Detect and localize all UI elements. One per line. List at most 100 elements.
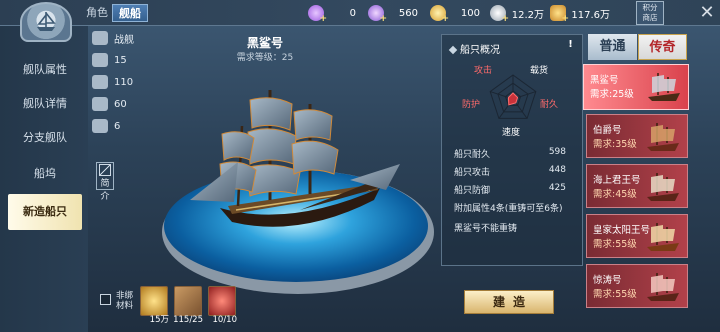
tab-role[interactable]: 角色 <box>80 4 114 22</box>
build-button[interactable]: 建造 <box>464 290 554 314</box>
ship-card-requirement: 需求:45级 <box>593 189 637 200</box>
unbound-material-label: 非绑材料 <box>116 291 134 311</box>
warship-icon <box>92 31 108 45</box>
resource-gold-coin[interactable]: + 100 <box>430 4 480 24</box>
tab-legend[interactable]: 传奇 <box>638 34 687 60</box>
ship-card-raging-wave[interactable]: 惊涛号 需求:55级 <box>586 264 688 308</box>
radar-value-area <box>507 92 519 106</box>
stat-row-durability: 船只耐久 598 <box>454 147 578 161</box>
stat-row-key: 船只耐久 <box>454 150 491 160</box>
sidebar-item-new-ship[interactable]: 新造船只 <box>8 194 82 230</box>
points-shop-label: 积分 <box>642 3 658 12</box>
mode-tabs: 普通 传奇 <box>588 34 688 60</box>
material-count: 10/10 <box>212 315 238 325</box>
radar-label-cargo: 载货 <box>530 66 549 76</box>
ship-card-name: 皇家太阳王号 <box>593 225 651 236</box>
ship-thumbnail-icon <box>647 273 679 301</box>
points-shop-label: 商店 <box>642 13 658 22</box>
radar-label-defense: 防护 <box>462 100 481 110</box>
close-icon[interactable]: ✕ <box>696 2 718 24</box>
ship-list: 黑鲨号 需求:25级 伯爵号 需求:35级 海上君王号 需求:45级 皇家太阳王… <box>583 64 689 322</box>
ship-display <box>162 90 434 294</box>
overview-title-text: 船只概况 <box>460 45 500 56</box>
ship-card-name: 伯爵号 <box>593 125 622 136</box>
ship-overview-panel: 船只概况 ! 攻击 载货 耐久 速度 防护 船只耐久 598 船只攻击 448 船只… <box>441 34 583 266</box>
gold-ingot-icon: + <box>550 5 569 24</box>
stat-value: 战舰 <box>114 34 134 46</box>
extra-attribute-note: 附加属性4条(重铸可至6条) <box>454 204 563 214</box>
ship-card-name: 惊涛号 <box>593 275 622 286</box>
ship-card-name: 黑鲨号 <box>590 75 619 86</box>
material-count: 15万 <box>149 315 169 325</box>
resource-value: 0 <box>349 7 356 19</box>
stat-value: 110 <box>114 76 134 88</box>
ship-emblem-icon <box>37 12 56 31</box>
resource-silver-coin[interactable]: + 12.2万 <box>490 4 544 24</box>
ship-card-royal-sun-king[interactable]: 皇家太阳王号 需求:55级 <box>586 214 688 258</box>
ship-name: 黑鲨号 <box>246 36 283 50</box>
stat-row-value: 448 <box>548 165 566 175</box>
unbound-material-checkbox[interactable] <box>100 294 111 305</box>
material-gem[interactable]: 10/10 <box>208 286 237 325</box>
diamond-bullet-icon <box>448 45 458 55</box>
radar-label-speed: 速度 <box>502 128 521 138</box>
radar-label-attack: 攻击 <box>474 66 493 76</box>
stat-value: 60 <box>114 98 127 110</box>
resource-purple-diamond[interactable]: + 0 <box>308 4 356 24</box>
cannon-icon <box>92 53 108 67</box>
stat-sails: 110 <box>92 74 152 90</box>
game-logo <box>20 2 72 42</box>
points-shop-button[interactable]: 积分 商店 <box>636 1 664 25</box>
tab-normal[interactable]: 普通 <box>588 34 637 60</box>
document-icon <box>99 164 111 176</box>
stat-value: 6 <box>114 120 121 132</box>
stat-row-key: 船只攻击 <box>454 168 491 178</box>
stat-row-value: 425 <box>548 183 566 193</box>
sidebar-item-fleet-attributes[interactable]: 舰队属性 <box>8 52 82 88</box>
ship-card-name: 海上君王号 <box>593 175 641 186</box>
radar-label-durability: 耐久 <box>540 100 559 110</box>
help-icon[interactable]: ! <box>565 39 576 51</box>
blue-diamond-icon: + <box>368 5 387 24</box>
stat-row-defense: 船只防御 425 <box>454 183 578 197</box>
stat-row-attack: 船只攻击 448 <box>454 165 578 179</box>
cargo-icon <box>92 119 108 133</box>
resource-value: 560 <box>398 7 418 19</box>
ship-card-requirement: 需求:55级 <box>593 239 637 250</box>
purple-diamond-icon: + <box>308 5 327 24</box>
ship-thumbnail-icon <box>648 73 680 101</box>
stat-type: 战舰 <box>92 30 152 46</box>
sidebar: 舰队属性 舰队详情 分支舰队 船坞 新造船只 <box>0 26 88 332</box>
recast-note: 黑鲨号不能重铸 <box>454 224 518 234</box>
sail-icon <box>92 75 108 89</box>
sidebar-item-dock[interactable]: 船坞 <box>8 156 82 192</box>
stat-cargo: 6 <box>92 118 152 134</box>
sidebar-item-branch-fleet[interactable]: 分支舰队 <box>8 120 82 156</box>
overview-title: 船只概况 <box>448 41 500 56</box>
ship-thumbnail-icon <box>647 223 679 251</box>
attribute-radar: 攻击 载货 耐久 速度 防护 <box>458 59 568 138</box>
ship-card-requirement: 需求:25级 <box>590 89 634 100</box>
intro-button[interactable]: 简介 <box>96 162 114 202</box>
tab-ship[interactable]: 舰船 <box>112 4 148 22</box>
material-count: 115/25 <box>173 315 203 325</box>
stat-row-key: 船只防御 <box>454 186 491 196</box>
stat-value: 15 <box>114 54 127 66</box>
material-gold-coins[interactable]: 15万 <box>140 286 169 325</box>
crew-icon <box>92 97 108 111</box>
ship-card-requirement: 需求:35级 <box>593 139 637 150</box>
ship-thumbnail-icon <box>647 173 679 201</box>
sidebar-item-fleet-details[interactable]: 舰队详情 <box>8 86 82 122</box>
material-wood[interactable]: 115/25 <box>173 286 203 325</box>
resource-blue-diamond[interactable]: + 560 <box>368 4 418 24</box>
stat-cannons: 15 <box>92 52 152 68</box>
ship-card-count[interactable]: 伯爵号 需求:35级 <box>586 114 688 158</box>
resource-gold-ingot[interactable]: + 117.6万 <box>550 4 610 24</box>
resource-value: 100 <box>460 7 480 19</box>
ship-thumbnail-icon <box>647 123 679 151</box>
intro-label: 简介 <box>100 179 110 202</box>
ship-card-sea-monarch[interactable]: 海上君王号 需求:45级 <box>586 164 688 208</box>
stat-row-value: 598 <box>548 147 566 157</box>
ship-card-black-shark[interactable]: 黑鲨号 需求:25级 <box>583 64 689 110</box>
resource-value: 117.6万 <box>571 9 610 21</box>
